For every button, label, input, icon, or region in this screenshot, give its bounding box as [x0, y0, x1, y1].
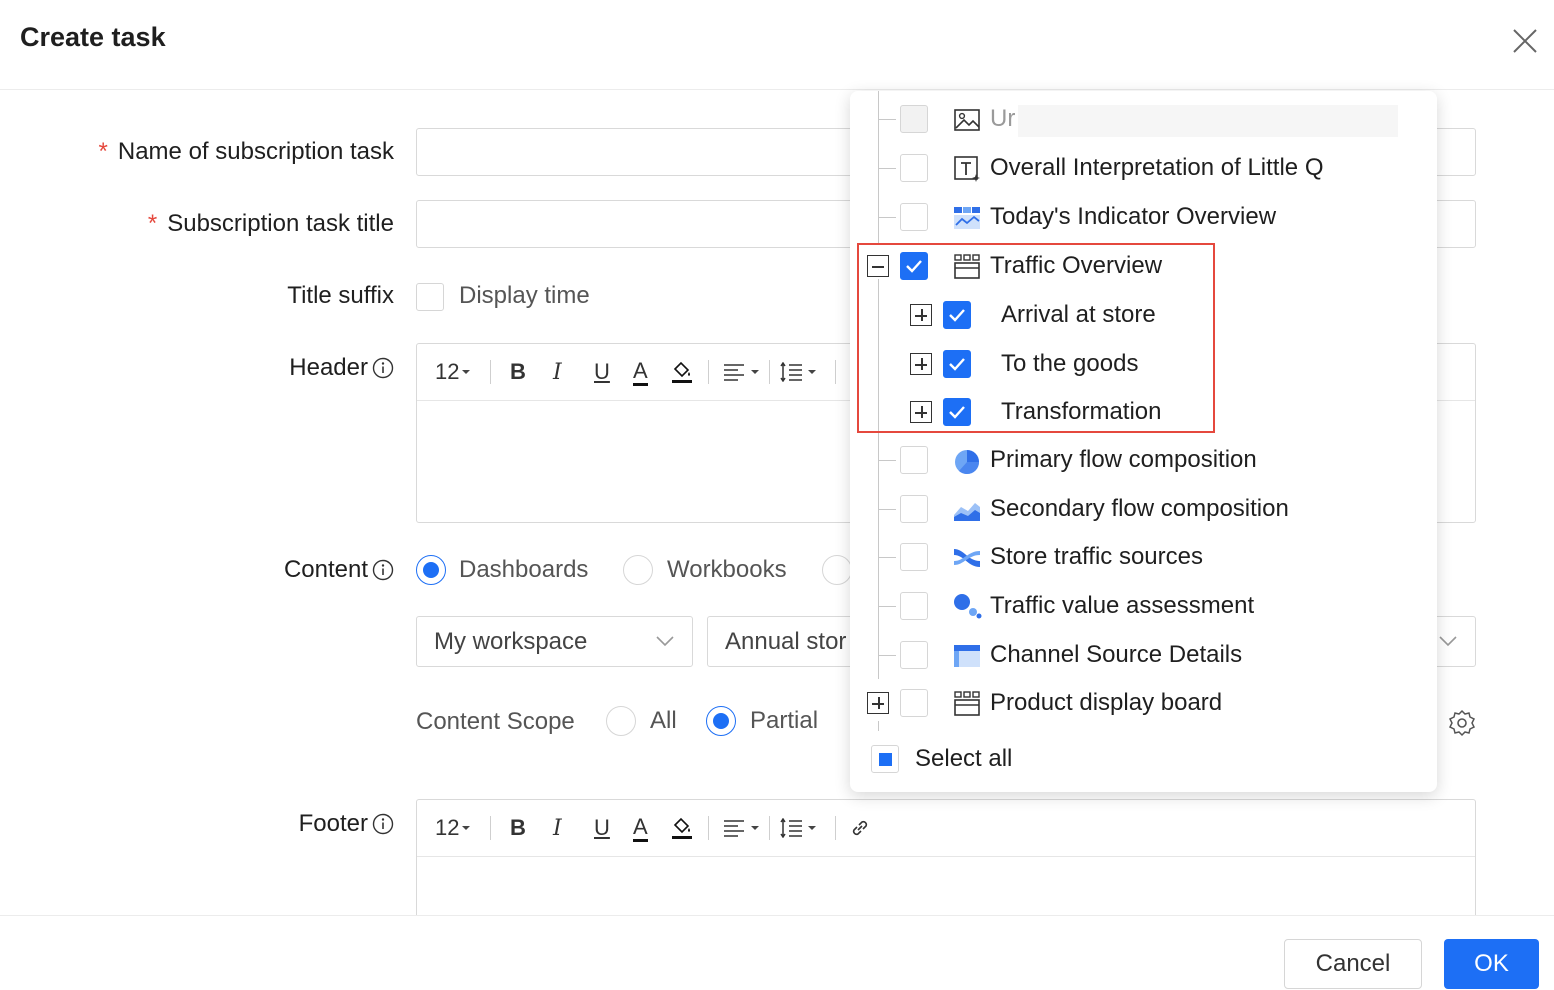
indicator-card-icon — [954, 207, 980, 229]
image-icon — [954, 109, 980, 131]
title-suffix-label-text: Title suffix — [287, 282, 394, 309]
workspace-select-value: My workspace — [434, 628, 588, 655]
gear-icon[interactable] — [1448, 709, 1476, 737]
content-label: Content — [284, 556, 394, 584]
fill-color-icon[interactable] — [671, 358, 693, 386]
tree-label-secondary-flow[interactable]: Secondary flow composition — [990, 495, 1289, 523]
underline-button[interactable]: U — [594, 814, 610, 842]
tree-label-store-traffic[interactable]: Store traffic sources — [990, 543, 1203, 571]
task-title-label: * Subscription task title — [148, 210, 394, 238]
tree-checkbox-indicator-overview[interactable] — [900, 203, 928, 231]
task-name-label-text: Name of subscription task — [117, 138, 394, 165]
dashboard-select-value: Annual stor — [725, 628, 847, 655]
radio-dashboards-label: Dashboards — [459, 556, 589, 583]
tree-label-primary-flow[interactable]: Primary flow composition — [990, 446, 1257, 474]
text-icon — [954, 156, 980, 182]
radio-dashboards[interactable] — [416, 555, 446, 585]
radio-scope-all[interactable] — [606, 706, 636, 736]
tree-label-channel-source[interactable]: Channel Source Details — [990, 641, 1242, 669]
radio-scope-all-label: All — [650, 707, 677, 734]
font-size-select[interactable]: 12 — [435, 358, 473, 386]
info-icon[interactable] — [372, 559, 394, 581]
info-icon[interactable] — [372, 357, 394, 379]
bold-button[interactable]: B — [510, 814, 526, 842]
dialog-header: Create task — [0, 0, 1554, 90]
title-suffix-label: Title suffix — [287, 282, 394, 310]
line-height-icon[interactable] — [780, 814, 820, 842]
info-icon[interactable] — [372, 813, 394, 835]
line-height-icon[interactable] — [780, 358, 820, 386]
bold-button[interactable]: B — [510, 358, 526, 386]
task-title-label-text: Subscription task title — [167, 210, 394, 237]
italic-button[interactable]: I — [553, 814, 562, 842]
bubble-chart-icon — [954, 594, 982, 619]
footer-toolbar: 12 B I U A — [417, 800, 1475, 857]
content-label-text: Content — [283, 556, 368, 583]
cancel-button[interactable]: Cancel — [1284, 939, 1422, 989]
task-name-label: * Name of subscription task — [99, 138, 394, 166]
tree-checkbox-ur — [900, 105, 928, 133]
close-icon[interactable] — [1508, 24, 1542, 58]
content-scope-label: Content Scope — [416, 708, 575, 735]
tree-label-indicator-overview[interactable]: Today's Indicator Overview — [990, 203, 1276, 231]
container-icon — [954, 691, 980, 716]
tree-checkbox-interpretation[interactable] — [900, 154, 928, 182]
tree-checkbox-secondary-flow[interactable] — [900, 495, 928, 523]
required-mark: * — [98, 138, 108, 165]
dialog-title: Create task — [20, 22, 166, 52]
table-icon — [954, 645, 980, 667]
radio-more-option[interactable] — [822, 555, 852, 585]
footer-label-text: Footer — [298, 810, 368, 837]
fill-color-icon[interactable] — [671, 814, 693, 842]
content-tree-dropdown: Ur Overall Interpretation of Little Q To… — [850, 91, 1437, 792]
chevron-down-icon — [1439, 636, 1457, 647]
underline-button[interactable]: U — [594, 358, 610, 386]
font-color-button[interactable]: A — [633, 358, 648, 386]
tree-checkbox-channel-source[interactable] — [900, 641, 928, 669]
align-icon[interactable] — [723, 814, 763, 842]
workspace-select[interactable]: My workspace — [416, 616, 693, 667]
selection-highlight — [857, 243, 1215, 433]
tree-checkbox-primary-flow[interactable] — [900, 446, 928, 474]
tree-label-ur: Ur — [990, 105, 1016, 132]
required-mark: * — [147, 210, 158, 237]
header-label: Header — [289, 354, 394, 382]
tree-label-product-display[interactable]: Product display board — [990, 689, 1222, 717]
pie-chart-icon — [955, 450, 980, 475]
ok-button[interactable]: OK — [1444, 939, 1539, 989]
caret-down-icon — [462, 826, 471, 830]
font-size-value: 12 — [435, 815, 460, 840]
expand-icon[interactable] — [867, 692, 889, 714]
display-time-label: Display time — [459, 282, 590, 309]
caret-down-icon — [462, 370, 471, 374]
radio-scope-partial[interactable] — [706, 706, 736, 736]
tree-label-interpretation[interactable]: Overall Interpretation of Little Q — [990, 154, 1324, 182]
radio-workbooks[interactable] — [623, 555, 653, 585]
header-label-text: Header — [289, 354, 368, 381]
chevron-down-icon — [656, 636, 674, 647]
redacted-text — [1018, 105, 1398, 137]
radio-scope-partial-label: Partial — [750, 707, 819, 734]
link-icon[interactable] — [849, 814, 871, 842]
tree-checkbox-product-display[interactable] — [900, 689, 928, 717]
tree-label-traffic-value[interactable]: Traffic value assessment — [990, 592, 1254, 620]
display-time-checkbox[interactable] — [416, 283, 444, 311]
radio-workbooks-label: Workbooks — [667, 556, 787, 583]
tree-checkbox-traffic-value[interactable] — [900, 592, 928, 620]
italic-button[interactable]: I — [553, 358, 562, 386]
font-color-button[interactable]: A — [633, 814, 648, 842]
select-all-checkbox[interactable] — [871, 745, 899, 773]
select-all-label[interactable]: Select all — [915, 745, 1012, 773]
font-size-value: 12 — [435, 359, 460, 384]
dialog-footer: Cancel OK — [0, 915, 1554, 990]
align-icon[interactable] — [723, 358, 763, 386]
area-chart-icon — [954, 503, 980, 521]
tree-checkbox-store-traffic[interactable] — [900, 543, 928, 571]
font-size-select[interactable]: 12 — [435, 814, 473, 842]
footer-label: Footer — [299, 810, 394, 838]
sankey-icon — [954, 549, 980, 567]
